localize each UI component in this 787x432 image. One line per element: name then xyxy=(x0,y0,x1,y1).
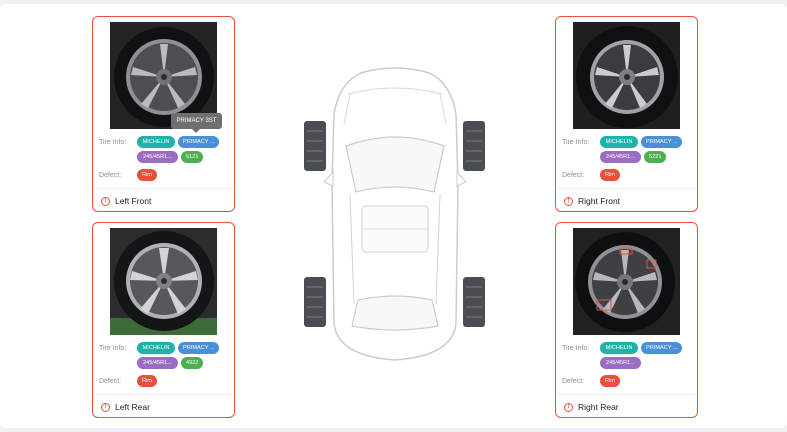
tire-info-tags: MICHELIN PRIMACY ... 245/45R1... 5221 xyxy=(600,136,692,163)
divider xyxy=(556,188,697,189)
card-footer: ! Left Rear xyxy=(101,401,150,413)
defect-tag[interactable]: Rim xyxy=(600,169,620,181)
divider xyxy=(556,394,697,395)
position-label: Right Rear xyxy=(578,402,619,412)
tire-photo[interactable] xyxy=(110,228,217,335)
dot-tag[interactable]: 5121 xyxy=(181,151,204,163)
dot-tag[interactable]: 4922 xyxy=(181,357,204,369)
tire-info-tags: MICHELIN PRIMACY ... 245/45R1... xyxy=(600,342,692,369)
card-footer: ! Left Front xyxy=(101,195,151,207)
position-label: Right Front xyxy=(578,196,621,206)
brand-tag[interactable]: MICHELIN xyxy=(137,342,175,354)
model-tag[interactable]: PRIMACY ... xyxy=(641,136,682,148)
warning-circle-icon: ! xyxy=(564,196,573,206)
defect-label: Defect: xyxy=(99,378,122,385)
tire-info-label: Tire Info: xyxy=(562,345,590,352)
model-tag[interactable]: PRIMACY ... xyxy=(178,342,219,354)
divider xyxy=(93,394,234,395)
tire-card-left-rear[interactable]: Tire Info: MICHELIN PRIMACY ... 245/45R1… xyxy=(92,222,235,418)
brand-tag[interactable]: MICHELIN xyxy=(137,136,175,148)
defect-tags: Rim xyxy=(600,375,692,387)
defect-tag[interactable]: Rim xyxy=(137,375,157,387)
tire-info-tags: MICHELIN PRIMACY ... 245/45R1... 5121 xyxy=(137,136,229,163)
tire-info-label: Tire Info: xyxy=(562,139,590,146)
size-tag[interactable]: 245/45R1... xyxy=(137,357,178,369)
defect-tags: Rim xyxy=(137,375,229,387)
car-top-view-icon xyxy=(300,64,490,364)
size-tag[interactable]: 245/45R1... xyxy=(600,151,641,163)
wheel-left-rear xyxy=(304,277,326,327)
size-tag[interactable]: 245/45R1... xyxy=(600,357,641,369)
defect-tag[interactable]: Rim xyxy=(600,375,620,387)
tire-card-right-front[interactable]: Tire Info: MICHELIN PRIMACY ... 245/45R1… xyxy=(555,16,698,212)
defect-tags: Rim xyxy=(600,169,692,181)
tooltip: PRIMACY 3ST xyxy=(171,113,222,133)
wheel-left-front xyxy=(304,121,326,171)
card-footer: ! Right Rear xyxy=(564,401,619,413)
model-tag[interactable]: PRIMACY ... xyxy=(641,342,682,354)
tire-info-label: Tire Info: xyxy=(99,139,127,146)
warning-circle-icon: ! xyxy=(101,196,110,206)
warning-circle-icon: ! xyxy=(564,402,573,412)
tire-card-right-rear[interactable]: Tire Info: MICHELIN PRIMACY ... 245/45R1… xyxy=(555,222,698,418)
model-tag[interactable]: PRIMACY ... xyxy=(178,136,219,148)
divider xyxy=(93,188,234,189)
dot-tag[interactable]: 5221 xyxy=(644,151,667,163)
position-label: Left Rear xyxy=(115,402,150,412)
warning-circle-icon: ! xyxy=(101,402,110,412)
wheel-right-rear xyxy=(463,277,485,327)
tire-photo[interactable] xyxy=(573,22,680,129)
defect-tags: Rim xyxy=(137,169,229,181)
defect-label: Defect: xyxy=(99,172,122,179)
size-tag[interactable]: 245/45R1... xyxy=(137,151,178,163)
brand-tag[interactable]: MICHELIN xyxy=(600,342,638,354)
defect-label: Defect: xyxy=(562,172,585,179)
tire-info-label: Tire Info: xyxy=(99,345,127,352)
defect-label: Defect: xyxy=(562,378,585,385)
card-footer: ! Right Front xyxy=(564,195,620,207)
wheel-right-front xyxy=(463,121,485,171)
tire-info-tags: MICHELIN PRIMACY ... 245/45R1... 4922 xyxy=(137,342,229,369)
brand-tag[interactable]: MICHELIN xyxy=(600,136,638,148)
tire-photo[interactable] xyxy=(573,228,680,335)
position-label: Left Front xyxy=(115,196,152,206)
defect-tag[interactable]: Rim xyxy=(137,169,157,181)
